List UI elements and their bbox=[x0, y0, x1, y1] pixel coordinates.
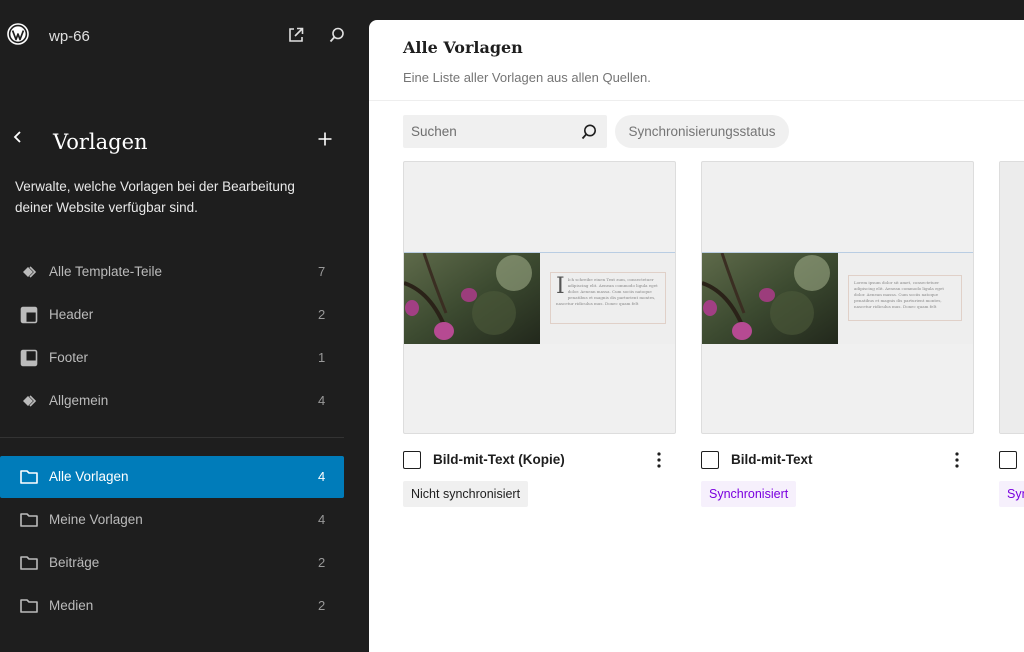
sidebar: wp-66 Vorlagen Verwalte, welche Vorlagen… bbox=[0, 0, 369, 652]
pattern-actions-button[interactable] bbox=[948, 448, 966, 472]
header-layout-icon bbox=[18, 304, 40, 326]
folder-icon bbox=[18, 595, 40, 617]
sidebar-item-label: Footer bbox=[49, 350, 89, 365]
diamond-icon bbox=[18, 390, 40, 412]
external-link-icon bbox=[289, 27, 304, 42]
sidebar-item-label: Allgemein bbox=[49, 393, 109, 408]
preview-text-box: I Ich schreibe einen Text zum, consectetu… bbox=[550, 272, 666, 324]
sidebar-item-all-template-parts[interactable]: Alle Template-Teile 7 bbox=[0, 251, 344, 293]
sidebar-item-label: Alle Vorlagen bbox=[49, 469, 129, 484]
pattern-checkbox[interactable] bbox=[999, 451, 1017, 469]
sidebar-item-count: 4 bbox=[318, 469, 326, 484]
search-input[interactable] bbox=[403, 115, 573, 148]
sync-status-badge: Syn bbox=[999, 481, 1024, 507]
sidebar-item-count: 1 bbox=[318, 350, 326, 365]
sidebar-item-footer[interactable]: Footer 1 bbox=[0, 337, 344, 379]
folder-icon bbox=[18, 509, 40, 531]
sidebar-item-label: Alle Template-Teile bbox=[49, 264, 163, 279]
page-description: Eine Liste aller Vorlagen aus allen Quel… bbox=[403, 70, 651, 85]
back-button[interactable] bbox=[8, 126, 28, 148]
sidebar-item-label: Meine Vorlagen bbox=[49, 512, 143, 527]
diamond-icon bbox=[18, 261, 40, 283]
pattern-checkbox[interactable] bbox=[403, 451, 421, 469]
pattern-checkbox[interactable] bbox=[701, 451, 719, 469]
sidebar-item-posts[interactable]: Beiträge 2 bbox=[0, 542, 344, 584]
search-box bbox=[403, 115, 607, 148]
sync-status-filter[interactable]: Synchronisierungsstatus bbox=[615, 115, 789, 148]
magnolia-photo bbox=[702, 253, 838, 344]
sidebar-item-count: 4 bbox=[318, 512, 326, 527]
command-search-button[interactable] bbox=[326, 24, 348, 46]
header-divider bbox=[369, 100, 1024, 101]
pattern-preview[interactable] bbox=[999, 161, 1024, 434]
more-vertical-icon bbox=[657, 452, 661, 468]
navigation-title: Vorlagen bbox=[53, 130, 148, 154]
preview-text-box: Lorem ipsum dolor sit amet, consectetuer… bbox=[848, 275, 962, 321]
site-name[interactable]: wp-66 bbox=[49, 28, 90, 45]
folder-icon bbox=[18, 552, 40, 574]
view-site-button[interactable] bbox=[285, 24, 307, 46]
chevron-left-icon bbox=[13, 131, 21, 143]
magnolia-photo bbox=[404, 253, 540, 344]
sidebar-item-count: 2 bbox=[318, 307, 326, 322]
sidebar-item-count: 2 bbox=[318, 598, 326, 613]
pattern-actions-button[interactable] bbox=[650, 448, 668, 472]
sidebar-item-media[interactable]: Medien 2 bbox=[0, 585, 344, 627]
sidebar-item-my-patterns[interactable]: Meine Vorlagen 4 bbox=[0, 499, 344, 541]
patterns-panel: Alle Vorlagen Eine Liste aller Vorlagen … bbox=[369, 20, 1024, 652]
sidebar-item-count: 7 bbox=[318, 264, 326, 279]
pattern-preview[interactable]: I Ich schreibe einen Text zum, consectetu… bbox=[403, 161, 676, 434]
add-pattern-button[interactable] bbox=[313, 127, 337, 151]
folder-icon bbox=[18, 466, 40, 488]
sync-status-badge: Nicht synchronisiert bbox=[403, 481, 529, 507]
more-vertical-icon bbox=[955, 452, 959, 468]
pattern-title[interactable]: Bild-mit-Text (Kopie) bbox=[433, 452, 565, 467]
sidebar-item-all-patterns[interactable]: Alle Vorlagen 4 bbox=[0, 456, 344, 498]
sidebar-item-label: Medien bbox=[49, 598, 94, 613]
search-icon bbox=[329, 27, 344, 43]
navigation-header: Vorlagen bbox=[0, 118, 369, 164]
search-icon bbox=[581, 124, 596, 140]
sidebar-item-label: Header bbox=[49, 307, 94, 322]
pattern-title[interactable]: Bild-mit-Text bbox=[731, 452, 813, 467]
sidebar-item-header[interactable]: Header 2 bbox=[0, 294, 344, 336]
sidebar-item-count: 4 bbox=[318, 393, 326, 408]
plus-icon bbox=[318, 132, 332, 146]
sidebar-item-label: Beiträge bbox=[49, 555, 100, 570]
sidebar-divider bbox=[0, 437, 344, 438]
wordpress-logo-icon[interactable] bbox=[7, 23, 29, 45]
page-title: Alle Vorlagen bbox=[403, 38, 523, 57]
site-hub: wp-66 bbox=[0, 0, 369, 75]
sidebar-item-general[interactable]: Allgemein 4 bbox=[0, 380, 344, 422]
preview-text: Lorem ipsum dolor sit amet, consectetuer… bbox=[854, 280, 944, 309]
sidebar-item-count: 2 bbox=[318, 555, 326, 570]
footer-layout-icon bbox=[18, 347, 40, 369]
sync-status-badge: Synchronisiert bbox=[701, 481, 797, 507]
navigation-description: Verwalte, welche Vorlagen bei der Bearbe… bbox=[15, 179, 295, 215]
preview-text: Ich schreibe einen Text zum, consectetue… bbox=[556, 277, 658, 306]
preview-band bbox=[1000, 162, 1024, 433]
pattern-preview[interactable]: Lorem ipsum dolor sit amet, consectetuer… bbox=[701, 161, 974, 434]
